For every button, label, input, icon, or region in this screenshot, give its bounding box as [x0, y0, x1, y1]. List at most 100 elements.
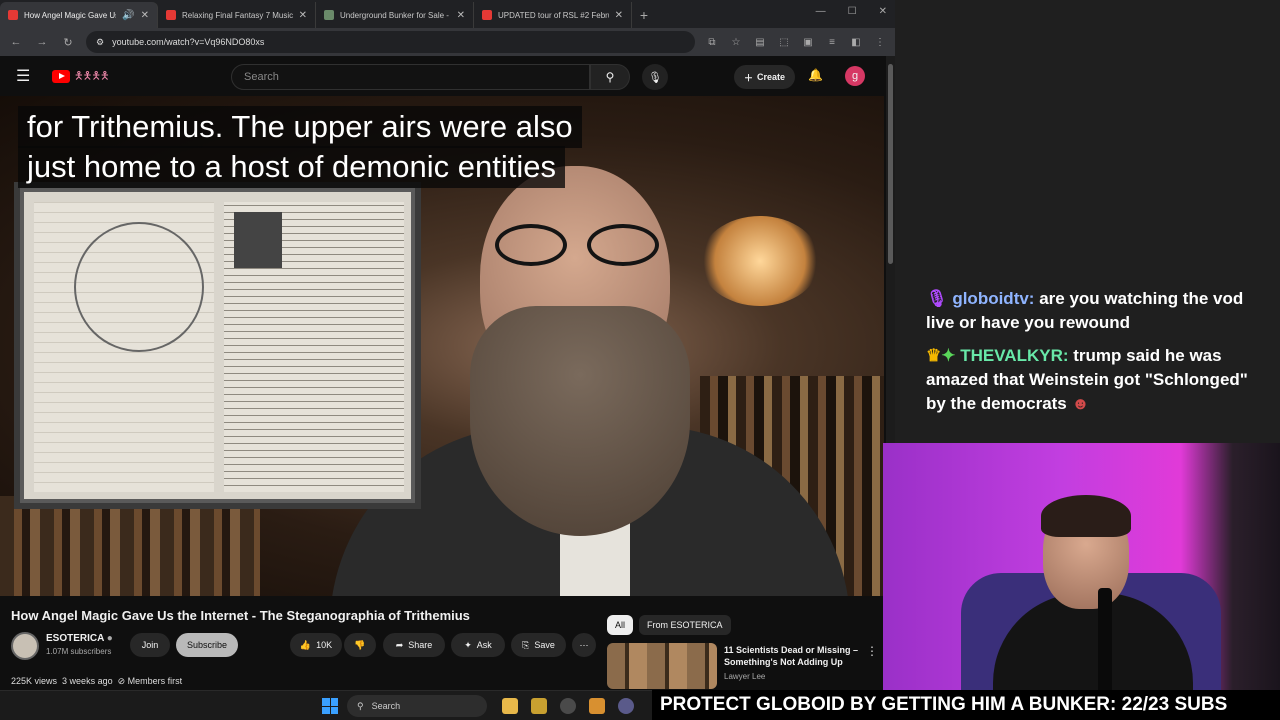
close-tab-icon[interactable]: ✕: [615, 10, 623, 21]
avatar[interactable]: g: [845, 66, 865, 86]
caption-line-1: for Trithemius. The upper airs were also: [18, 106, 582, 148]
thumbs-up-icon: 👍: [299, 639, 312, 650]
scrollbar-thumb[interactable]: [888, 64, 893, 264]
video-title: How Angel Magic Gave Us the Internet - T…: [11, 608, 470, 623]
bookmark-star-icon[interactable]: ☆: [729, 37, 743, 48]
voice-search-button[interactable]: 🎙: [642, 64, 668, 90]
dislike-button[interactable]: 👎: [344, 633, 376, 657]
tab-title: How Angel Magic Gave Us: [24, 10, 117, 20]
media-player-icon[interactable]: [560, 698, 576, 714]
channel-avatar[interactable]: [11, 632, 39, 660]
profile-icon[interactable]: ◧: [849, 37, 863, 48]
illuminated-capital: [234, 212, 282, 268]
microphone-icon: 🎙: [648, 71, 662, 84]
url-text: youtube.com/watch?v=Vq96NDO80xs: [112, 37, 265, 47]
save-button[interactable]: ⎘ Save: [511, 633, 566, 657]
tab-title: UPDATED tour of RSL #2 Febru: [498, 10, 609, 20]
crown-badge-icon: ♛: [926, 346, 942, 365]
browser-window: How Angel Magic Gave Us 🔊 ✕ Relaxing Fin…: [0, 0, 895, 690]
lamp-glow: [700, 216, 820, 306]
bookshelf-left: [0, 496, 260, 596]
view-info: 225K views 3 weeks ago ⊘ Members first: [11, 676, 182, 687]
glasses: [495, 224, 665, 266]
tab-title: Relaxing Final Fantasy 7 Music: [182, 10, 293, 20]
youtube-favicon-icon: [8, 10, 18, 20]
create-button[interactable]: ＋ Create: [734, 65, 796, 89]
close-tab-icon[interactable]: ✕: [457, 10, 465, 21]
tab-bunker[interactable]: Underground Bunker for Sale - ✕: [316, 2, 474, 28]
tab-rsl-tour[interactable]: UPDATED tour of RSL #2 Febru ✕: [474, 2, 632, 28]
video-player[interactable]: for Trithemius. The upper airs were also…: [0, 96, 884, 596]
tab-angel-magic[interactable]: How Angel Magic Gave Us 🔊 ✕: [0, 2, 158, 28]
speaker-icon[interactable]: 🔊: [122, 10, 134, 21]
like-button[interactable]: 👍 10K: [290, 633, 342, 657]
more-actions-button[interactable]: ⋯: [572, 633, 596, 657]
vlc-icon[interactable]: [589, 698, 605, 714]
file-explorer-icon[interactable]: [502, 698, 518, 714]
tab-ff7-music[interactable]: Relaxing Final Fantasy 7 Music ✕: [158, 2, 316, 28]
angry-emote-icon: ☻: [1071, 394, 1090, 413]
maximize-icon[interactable]: ☐: [848, 6, 857, 17]
caption-line-2: just home to a host of demonic entities: [18, 146, 566, 188]
close-tab-icon[interactable]: ✕: [299, 10, 307, 21]
chat-username: globoidtv:: [952, 289, 1035, 308]
site-favicon-icon: [324, 10, 334, 20]
tab-strip: How Angel Magic Gave Us 🔊 ✕ Relaxing Fin…: [0, 0, 895, 28]
video-metadata: How Angel Magic Gave Us the Internet - T…: [0, 596, 884, 690]
youtube-play-icon: [52, 69, 70, 83]
chip-all[interactable]: All: [607, 615, 634, 635]
channel-name[interactable]: ESOTERICA ●: [46, 633, 113, 644]
mic-badge-icon: 🎙: [926, 289, 948, 308]
recommended-title[interactable]: 11 Scientists Dead or Missing – Somethin…: [724, 644, 864, 668]
forward-icon[interactable]: →: [34, 36, 50, 48]
close-window-icon[interactable]: ✕: [879, 6, 887, 17]
install-icon[interactable]: ⧉: [705, 37, 719, 48]
youtube-favicon-icon: [482, 10, 492, 20]
chip-from-channel[interactable]: From ESOTERICA: [639, 615, 731, 635]
youtube-favicon-icon: [166, 10, 176, 20]
clipboard-icon[interactable]: ▤: [753, 37, 767, 48]
youtube-logo[interactable]: 🯅🯅🯅🯅: [52, 67, 110, 86]
ask-button[interactable]: ✦ Ask: [451, 633, 505, 657]
address-bar-row: ← → ↻ ⚙ youtube.com/watch?v=Vq96NDO80xs …: [0, 28, 895, 56]
recommendation-chips: All From ESOTERICA: [607, 615, 731, 635]
media-icon[interactable]: ≡: [825, 37, 839, 48]
search-button[interactable]: ⚲: [590, 64, 630, 90]
back-icon[interactable]: ←: [8, 36, 24, 48]
site-info-icon[interactable]: ⚙: [96, 37, 104, 48]
address-bar[interactable]: ⚙ youtube.com/watch?v=Vq96NDO80xs: [86, 31, 695, 53]
close-tab-icon[interactable]: ✕: [141, 10, 149, 21]
like-count: 10K: [316, 640, 333, 650]
search-icon: ⚲: [357, 700, 364, 711]
extensions-icon[interactable]: ⬚: [777, 37, 791, 48]
youtube-header: ☰ 🯅🯅🯅🯅 Search ⚲ 🎙 ＋ Create 🔔 g: [0, 56, 895, 96]
hamburger-menu-icon[interactable]: ☰: [16, 66, 34, 86]
subscriber-count: 1.07M subscribers: [46, 647, 112, 656]
gem-badge-icon: ✦: [941, 346, 956, 365]
recommended-more-icon[interactable]: ⋮: [866, 644, 878, 658]
subscribe-button[interactable]: Subscribe: [176, 633, 238, 657]
start-windows-icon[interactable]: [322, 698, 338, 714]
kebab-menu-icon[interactable]: ⋮: [873, 37, 887, 48]
presenter-beard: [470, 306, 690, 536]
tab-title: Underground Bunker for Sale -: [340, 10, 449, 20]
minimize-icon[interactable]: —: [816, 6, 826, 17]
share-icon: ➦: [395, 639, 404, 650]
streamer-hair: [1041, 495, 1131, 537]
stream-banner: PROTECT GLOBOID BY GETTING HIM A BUNKER:…: [652, 690, 1280, 720]
view-count: 225K views: [11, 676, 58, 686]
reload-icon[interactable]: ↻: [60, 36, 76, 49]
taskbar-search[interactable]: ⚲ Search: [347, 695, 487, 717]
split-view-icon[interactable]: ▣: [801, 37, 815, 48]
obs-icon[interactable]: [618, 698, 634, 714]
notifications-bell-icon[interactable]: 🔔: [808, 68, 823, 82]
ellipsis-icon: ⋯: [579, 639, 589, 650]
share-button[interactable]: ➦ Share: [383, 633, 445, 657]
join-button[interactable]: Join: [130, 633, 170, 657]
share-label: Share: [408, 640, 433, 650]
new-tab-button[interactable]: +: [632, 2, 656, 28]
recommended-channel[interactable]: Lawyer Lee: [724, 672, 765, 681]
recommended-thumbnail[interactable]: [607, 643, 717, 689]
app-icon[interactable]: [531, 698, 547, 714]
search-input[interactable]: Search: [231, 64, 590, 90]
